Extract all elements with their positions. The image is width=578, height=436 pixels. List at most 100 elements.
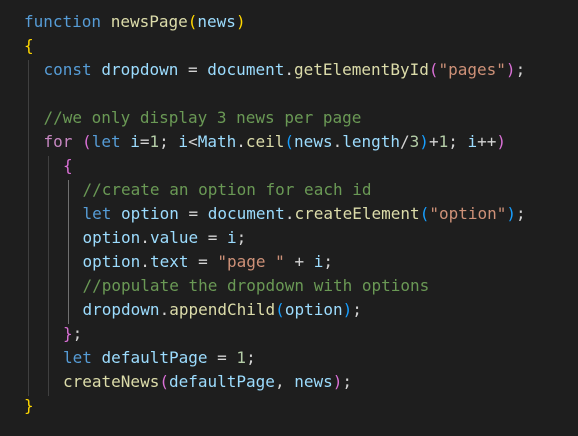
bracket-token: ): [496, 132, 507, 151]
code-line-14[interactable]: };: [63, 322, 82, 346]
punctuation-token: ;: [72, 324, 83, 343]
identifier-token: i: [227, 228, 237, 247]
bracket-token: (: [284, 132, 295, 151]
bracket-token: ): [505, 60, 516, 79]
identifier-token: i: [313, 252, 324, 271]
identifier-token: defaultPage: [101, 348, 208, 367]
punctuation-token: ;: [342, 372, 353, 391]
punctuation-token: <: [188, 132, 198, 151]
punctuation-token: =: [178, 204, 208, 223]
number-literal-token: 1: [236, 348, 247, 367]
punctuation-token: =: [198, 228, 228, 247]
function-name-token: ceil: [245, 132, 285, 151]
identifier-token: Math: [197, 132, 237, 151]
punctuation-token: ++: [477, 132, 497, 151]
punctuation-token: .: [140, 252, 150, 271]
keyword-token: let: [91, 132, 121, 151]
punctuation-token: =: [188, 252, 218, 271]
bracket-token: (: [82, 132, 92, 151]
identifier-token: option: [82, 252, 141, 271]
punctuation-token: .: [332, 132, 343, 151]
function-name-token: createNews: [63, 372, 160, 391]
punctuation-token: ;: [246, 348, 256, 367]
punctuation-token: ;: [515, 60, 526, 79]
punctuation-token: ;: [352, 300, 362, 319]
function-name-token: newsPage: [110, 12, 188, 31]
comment-token: //create an option for each id: [82, 180, 372, 199]
code-line-17[interactable]: }: [24, 394, 34, 418]
identifier-token: dropdown: [101, 60, 179, 79]
keyword-token: let: [82, 204, 112, 223]
identifier-token: text: [149, 252, 189, 271]
identifier-token: i: [178, 132, 189, 151]
code-line-7[interactable]: {: [63, 154, 73, 178]
code-line-13[interactable]: dropdown.appendChild(option);: [83, 298, 362, 322]
identifier-token: length: [342, 132, 401, 151]
punctuation-token: =: [207, 348, 237, 367]
comment-token: //we only display 3 news per page: [43, 108, 362, 127]
keyword-token: let: [63, 348, 92, 367]
code-line-10[interactable]: option.value = i;: [83, 226, 247, 250]
punctuation-token: [72, 132, 82, 151]
code-line-9[interactable]: let option = document.createElement("opt…: [83, 202, 526, 226]
code-line-15[interactable]: let defaultPage = 1;: [63, 346, 256, 370]
keyword-token: function: [24, 12, 102, 31]
identifier-token: document: [207, 204, 285, 223]
punctuation-token: .: [284, 60, 294, 79]
punctuation-token: .: [236, 132, 246, 151]
function-name-token: getElementById: [293, 60, 429, 79]
punctuation-token: [121, 132, 131, 151]
punctuation-token: [92, 60, 102, 79]
punctuation-token: =: [139, 132, 150, 151]
function-name-token: appendChild: [169, 300, 276, 319]
identifier-token: i: [467, 132, 478, 151]
bracket-token: {: [24, 36, 34, 55]
function-name-token: createElement: [294, 204, 420, 223]
identifier-token: defaultPage: [168, 372, 275, 391]
punctuation-token: [111, 204, 121, 223]
bracket-token: (: [419, 204, 430, 223]
number-literal-token: 1: [149, 132, 160, 151]
punctuation-token: .: [140, 228, 150, 247]
identifier-token: news: [294, 372, 333, 391]
string-literal-token: "pages": [438, 60, 506, 79]
identifier-token: news: [294, 132, 333, 151]
punctuation-token: ;: [516, 204, 526, 223]
punctuation-token: +: [284, 252, 314, 271]
punctuation-token: ;: [448, 132, 468, 151]
punctuation-token: [101, 12, 111, 31]
indent-guide-function-body: [28, 60, 29, 396]
punctuation-token: /: [400, 132, 410, 151]
bracket-token: {: [63, 156, 73, 175]
identifier-token: dropdown: [82, 300, 160, 319]
bracket-token: ): [506, 204, 517, 223]
punctuation-token: ;: [323, 252, 333, 271]
identifier-token: document: [207, 60, 285, 79]
bracket-token: ): [332, 372, 343, 391]
number-literal-token: 3: [409, 132, 420, 151]
code-line-8[interactable]: //create an option for each id: [83, 178, 372, 202]
string-literal-token: "page ": [217, 252, 285, 271]
bracket-token: ): [235, 12, 246, 31]
code-line-5[interactable]: //we only display 3 news per page: [44, 106, 362, 130]
code-line-2[interactable]: {: [24, 34, 34, 58]
code-line-16[interactable]: createNews(defaultPage, news);: [63, 370, 352, 394]
control-keyword-token: for: [43, 132, 73, 151]
bracket-token: }: [24, 396, 34, 415]
indent-guide-loop-block: [68, 180, 69, 324]
bracket-token: ): [419, 132, 429, 151]
code-line-12[interactable]: //populate the dropdown with options: [83, 274, 430, 298]
bracket-token: (: [275, 300, 285, 319]
punctuation-token: .: [284, 204, 295, 223]
code-editor[interactable]: function newsPage(news){const dropdown =…: [0, 0, 578, 436]
code-line-11[interactable]: option.text = "page " + i;: [83, 250, 334, 274]
punctuation-token: .: [159, 300, 170, 319]
bracket-token: (: [187, 12, 198, 31]
bracket-token: (: [159, 372, 169, 391]
code-line-6[interactable]: for (let i=1; i<Math.ceil(news.length/3)…: [44, 130, 507, 154]
keyword-token: const: [43, 60, 92, 79]
code-line-1[interactable]: function newsPage(news): [24, 10, 246, 34]
number-literal-token: 1: [438, 132, 449, 151]
comment-token: //populate the dropdown with options: [82, 276, 430, 295]
code-line-3[interactable]: const dropdown = document.getElementById…: [44, 58, 526, 82]
